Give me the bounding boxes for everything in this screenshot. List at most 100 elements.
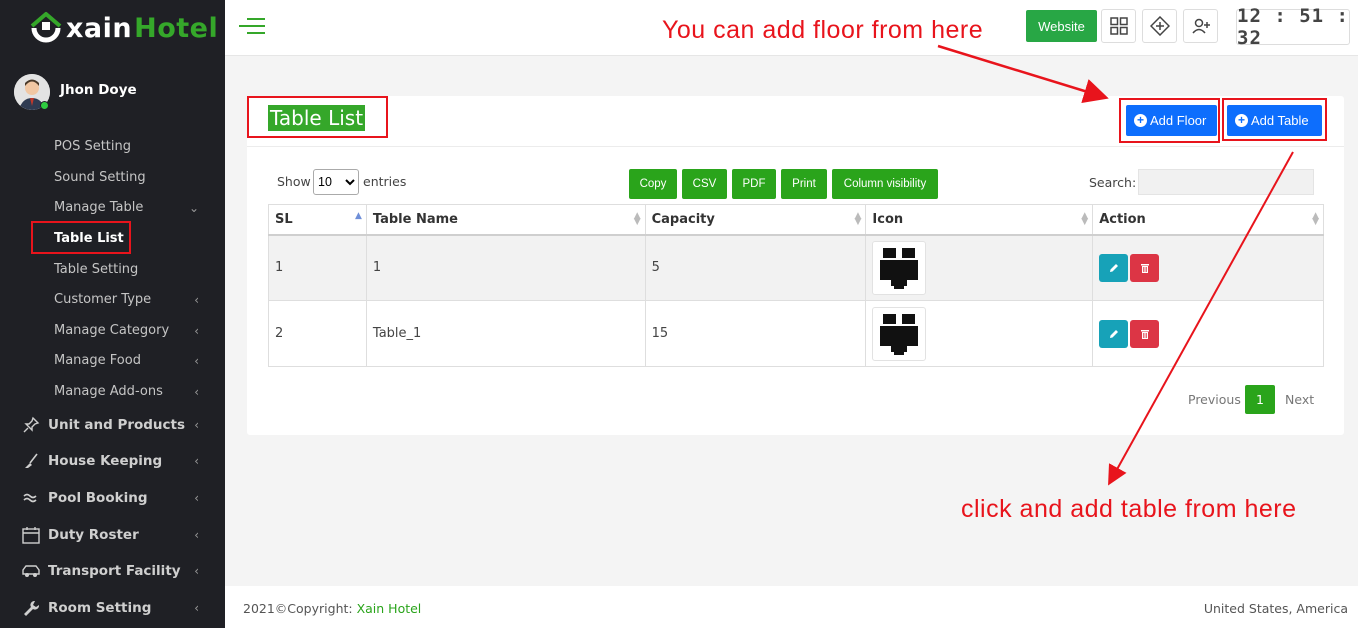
cell-table-name: 1 [365, 234, 646, 301]
csv-button[interactable]: CSV [682, 169, 727, 199]
menu-toggle-icon[interactable] [239, 16, 267, 36]
chevron-left-icon: ‹ [194, 418, 199, 432]
column-header-table-name[interactable]: Table Name ▲ ▼ [365, 204, 646, 236]
column-header-icon[interactable]: Icon ▲ ▼ [865, 204, 1094, 236]
footer-copyright: 2021©Copyright: Xain Hotel [243, 601, 421, 616]
footer-location: United States, America [1203, 601, 1348, 616]
sidebar-item-house-keeping[interactable]: House Keeping [20, 452, 162, 470]
footer-brand-link[interactable]: Xain Hotel [357, 601, 422, 616]
highlight-box [31, 221, 131, 254]
show-label: Show [277, 174, 311, 189]
cell-icon [865, 234, 1094, 301]
chevron-left-icon: ‹ [194, 354, 199, 368]
table-row: 1 1 5 [268, 234, 1324, 301]
sidebar-item-manage-addons[interactable]: Manage Add-ons [54, 384, 163, 399]
print-button[interactable]: Print [781, 169, 827, 199]
chevron-left-icon: ‹ [194, 601, 199, 615]
sidebar-item-label: Unit and Products [48, 417, 186, 433]
sidebar-item-manage-table[interactable]: Manage Table [54, 200, 143, 215]
sort-icon: ▲ ▼ [1312, 211, 1319, 227]
edit-button[interactable] [1099, 319, 1129, 348]
search-input[interactable] [1138, 169, 1314, 195]
column-header-label: Capacity [651, 211, 715, 227]
column-header-label: Action [1099, 211, 1146, 227]
copyright-text: 2021©Copyright: [243, 601, 357, 616]
title-highlight-box [247, 96, 388, 138]
waves-icon [20, 489, 42, 507]
table-list-card: Table List + Add Floor + Add Table Show … [247, 96, 1344, 435]
cell-action [1092, 300, 1324, 367]
sidebar-item-label: Transport Facility [48, 563, 181, 579]
sidebar-item-table-setting[interactable]: Table Setting [54, 262, 138, 277]
annotation-add-table: click and add table from here [961, 495, 1297, 523]
table-header-row: SL ▲ Table Name ▲ ▼ Capacity ▲ ▼ Icon ▲ ▼ Actio… [268, 204, 1324, 236]
diamond-arrows-icon[interactable] [1142, 9, 1177, 43]
dining-table-icon [872, 240, 927, 295]
sidebar-item-unit-products[interactable]: Unit and Products [20, 416, 185, 434]
entries-select[interactable]: 10 [313, 169, 359, 195]
pagination-current-page[interactable]: 1 [1245, 385, 1275, 414]
pagination-next[interactable]: Next [1285, 392, 1314, 407]
calendar-icon [20, 526, 42, 544]
user-name: Jhon Doye [60, 82, 137, 98]
sidebar-item-transport-facility[interactable]: Transport Facility [20, 562, 181, 580]
add-user-icon[interactable] [1183, 9, 1218, 43]
delete-button[interactable] [1130, 319, 1160, 348]
sidebar-item-sound-setting[interactable]: Sound Setting [54, 170, 146, 185]
delete-button[interactable] [1130, 253, 1160, 282]
sidebar-item-customer-type[interactable]: Customer Type [54, 292, 151, 307]
user-profile[interactable]: Jhon Doye [14, 74, 137, 110]
sidebar-item-pool-booking[interactable]: Pool Booking [20, 489, 148, 507]
trash-icon [1140, 329, 1149, 339]
search-label: Search: [1089, 175, 1137, 190]
sort-icon: ▲ ▼ [633, 211, 641, 227]
pdf-button[interactable]: PDF [732, 169, 776, 199]
column-visibility-button[interactable]: Column visibility [832, 169, 938, 199]
add-floor-highlight-box [1119, 98, 1220, 143]
sidebar-item-pos-setting[interactable]: POS Setting [54, 139, 131, 154]
sidebar: xain Hotel Jhon Doye POS Setting Sound Se… [0, 0, 225, 628]
column-header-label: Table Name [372, 211, 458, 227]
cell-sl: 1 [268, 234, 367, 301]
chevron-left-icon: ‹ [194, 491, 199, 505]
chevron-left-icon: ‹ [194, 564, 199, 578]
pagination-previous[interactable]: Previous [1188, 392, 1241, 407]
sidebar-item-manage-food[interactable]: Manage Food [54, 353, 141, 368]
grid-icon[interactable] [1101, 9, 1136, 43]
cell-icon [865, 300, 1094, 367]
sidebar-item-label: House Keeping [48, 453, 163, 469]
chevron-left-icon: ‹ [194, 385, 199, 399]
brand-word-2: Hotel [134, 12, 219, 44]
online-status-dot [40, 101, 49, 110]
column-header-action[interactable]: Action ▲ ▼ [1092, 204, 1324, 236]
car-icon [20, 562, 42, 580]
cell-capacity: 5 [644, 234, 867, 301]
annotation-add-floor: You can add floor from here [662, 16, 984, 44]
website-button[interactable]: Website [1026, 10, 1097, 42]
broom-icon [20, 452, 42, 470]
chevron-left-icon: ‹ [194, 528, 199, 542]
add-table-highlight-box [1222, 98, 1327, 141]
wrench-icon [20, 599, 42, 617]
sidebar-item-duty-roster[interactable]: Duty Roster [20, 526, 139, 544]
column-header-capacity[interactable]: Capacity ▲ ▼ [644, 204, 867, 236]
sidebar-item-label: Room Setting [48, 600, 152, 616]
chevron-left-icon: ‹ [194, 324, 199, 338]
brand-word-1: xain [66, 12, 133, 44]
column-header-sl[interactable]: SL ▲ [268, 204, 367, 236]
chevron-left-icon: ‹ [194, 293, 199, 307]
hotel-logo-icon [28, 10, 64, 46]
edit-button[interactable] [1099, 253, 1129, 282]
trash-icon [1140, 263, 1149, 273]
brand-logo[interactable]: xain Hotel [28, 6, 218, 50]
column-header-label: SL [275, 211, 293, 227]
table-row: 2 Table_1 15 [268, 300, 1324, 367]
cell-sl: 2 [268, 300, 367, 367]
sidebar-item-manage-category[interactable]: Manage Category [54, 323, 169, 338]
sidebar-item-room-setting[interactable]: Room Setting [20, 599, 151, 617]
dining-table-icon [872, 306, 927, 361]
copy-button[interactable]: Copy [629, 169, 677, 199]
column-header-label: Icon [872, 211, 904, 227]
cell-action [1092, 234, 1324, 301]
data-table: SL ▲ Table Name ▲ ▼ Capacity ▲ ▼ Icon ▲ ▼ Actio… [268, 204, 1324, 367]
